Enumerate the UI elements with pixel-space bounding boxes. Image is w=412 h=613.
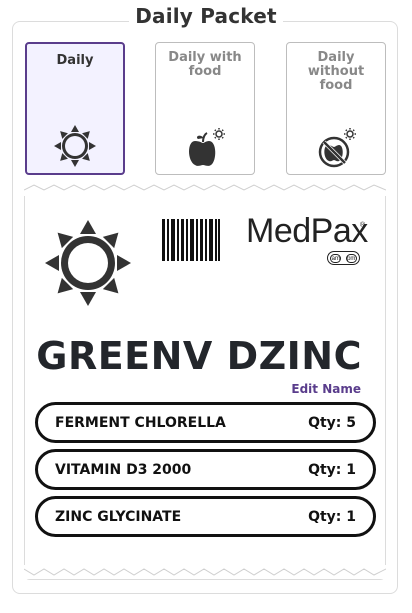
brand-logo: MedPax — [246, 212, 368, 250]
no-food-icon — [318, 128, 356, 168]
list-item: FERMENT CHLORELLA Qty: 5 — [35, 402, 376, 443]
sun-icon — [45, 220, 131, 306]
apple-icon — [189, 128, 225, 166]
pm-label: pm — [345, 253, 357, 263]
sun-icon — [54, 125, 96, 167]
option-daily-without-food-label: Daily without food — [307, 50, 365, 93]
list-item: VITAMIN D3 2000 Qty: 1 — [35, 449, 376, 490]
item-qty: Qty: 1 — [308, 461, 356, 478]
option-daily[interactable]: Daily — [25, 42, 125, 175]
packet-bottom-edge — [24, 565, 386, 579]
packet-top-edge — [24, 182, 386, 196]
am-pm-badge: am pm — [327, 251, 360, 265]
daily-packet-screen: Daily Packet Daily Daily with food Daily… — [0, 0, 412, 613]
option-daily-with-food[interactable]: Daily with food — [155, 42, 255, 175]
brand-registered-mark: ® — [360, 222, 366, 229]
item-qty: Qty: 1 — [308, 508, 356, 525]
option-daily-without-food[interactable]: Daily without food — [286, 42, 386, 175]
option-daily-label: Daily — [56, 53, 94, 68]
packet-name: GREENV DZINC — [36, 334, 362, 378]
option-daily-with-food-label: Daily with food — [168, 50, 242, 79]
item-qty: Qty: 5 — [308, 414, 356, 431]
am-label: am — [330, 253, 342, 263]
barcode-icon — [162, 219, 220, 261]
edit-name-link[interactable]: Edit Name — [291, 382, 361, 396]
item-name: VITAMIN D3 2000 — [55, 461, 192, 478]
list-item: ZINC GLYCINATE Qty: 1 — [35, 496, 376, 537]
item-name: FERMENT CHLORELLA — [55, 414, 226, 431]
item-name: ZINC GLYCINATE — [55, 508, 182, 525]
